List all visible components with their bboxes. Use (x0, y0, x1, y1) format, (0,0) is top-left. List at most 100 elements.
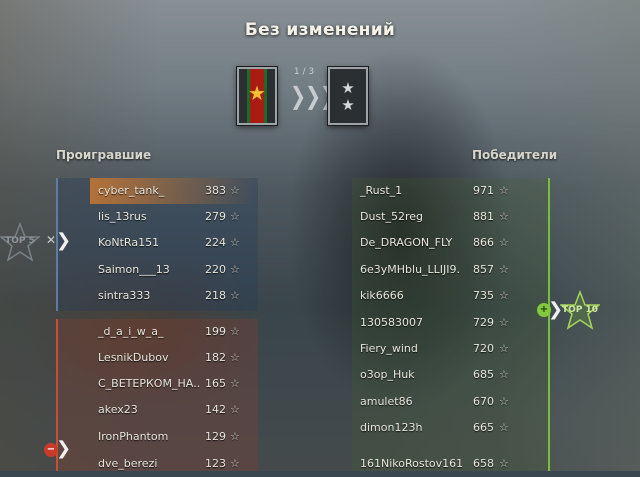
star-icon: ☆ (499, 210, 509, 223)
player-score: 866 (473, 236, 494, 249)
player-score: 182 (205, 351, 226, 364)
star-icon: ☆ (230, 457, 240, 470)
player-score: 685 (473, 368, 494, 381)
player-score: 142 (205, 403, 226, 416)
loser-row[interactable]: akex23 142 ☆ (90, 397, 256, 423)
loser-row[interactable]: lis_13rus 279 ☆ (90, 204, 256, 230)
winner-row[interactable]: 161NikoRostov161 658 ☆ (352, 451, 548, 477)
player-name: LesnikDubov (98, 351, 169, 364)
player-score: 279 (205, 210, 226, 223)
player-name: De_DRAGON_FLY (360, 236, 453, 249)
loser-row[interactable]: KoNtRa151 224 ☆ (90, 230, 256, 256)
player-score: 729 (473, 316, 494, 329)
star-icon: ☆ (230, 210, 240, 223)
winner-row[interactable]: Fiery_wind 720 ☆ (352, 336, 548, 362)
player-score: 218 (205, 289, 226, 302)
winner-row[interactable]: dimon123h 665 ☆ (352, 415, 548, 441)
player-name: С_ВЕТЕРКОМ_НА.. (98, 377, 201, 390)
star-icon: ☆ (230, 184, 240, 197)
player-score: 857 (473, 263, 494, 276)
star-icon: ☆ (499, 236, 509, 249)
winners-header: Победители (472, 148, 558, 162)
winner-row[interactable]: De_DRAGON_FLY 866 ☆ (352, 230, 548, 256)
player-name: Fiery_wind (360, 342, 418, 355)
player-score: 129 (205, 430, 226, 443)
top5-label: TOP 5 (5, 236, 35, 246)
player-name: dimon123h (360, 421, 423, 434)
player-score: 199 (205, 325, 226, 338)
star-icon: ☆ (499, 316, 509, 329)
player-name: cyber_tank_ (98, 184, 165, 197)
winner-row[interactable]: 6e3yMHblu_LLIJI9. 857 ☆ (352, 257, 548, 283)
player-score: 165 (205, 377, 226, 390)
player-name: sintra333 (98, 289, 151, 302)
winner-row[interactable]: 130583007 729 ☆ (352, 310, 548, 336)
loser-row[interactable]: sintra333 218 ☆ (90, 283, 256, 309)
chevron-right-icon: ❯ (56, 438, 72, 459)
player-name: o3op_Huk (360, 368, 415, 381)
loser-row[interactable]: LesnikDubov 182 ☆ (90, 345, 256, 371)
close-icon[interactable]: ✕ (46, 233, 56, 247)
player-name: kik6666 (360, 289, 404, 302)
star-icon: ☆ (230, 263, 240, 276)
player-name: 6e3yMHblu_LLIJI9. (360, 263, 461, 276)
loser-row[interactable]: IronPhantom 129 ☆ (90, 424, 256, 450)
player-name: Dust_52reg (360, 210, 424, 223)
star-icon: ☆ (230, 430, 240, 443)
star-icon: ☆ (499, 457, 509, 470)
player-score: 383 (205, 184, 226, 197)
player-name: KoNtRa151 (98, 236, 160, 249)
gold-star-icon: ★ (248, 81, 266, 105)
star-icon: ☆ (499, 395, 509, 408)
player-name: _d_a_i_w_a_ (98, 325, 164, 338)
player-score: 720 (473, 342, 494, 355)
player-score: 971 (473, 184, 494, 197)
player-name: dve_berezi (98, 457, 158, 470)
rank-up-arrows-icon: ❯❯❯ (290, 82, 336, 110)
player-score: 670 (473, 395, 494, 408)
top10-label: TOP 10 (561, 305, 599, 315)
star-icon: ☆ (230, 403, 240, 416)
player-score: 881 (473, 210, 494, 223)
player-name: 130583007 (360, 316, 423, 329)
loser-row[interactable]: С_ВЕТЕРКОМ_НА.. 165 ☆ (90, 371, 256, 397)
next-rank-insignia: ★ ★ (328, 67, 368, 125)
player-score: 123 (205, 457, 226, 470)
rank-progress: 1 / 3 (293, 67, 315, 77)
loser-row[interactable]: dve_berezi 123 ☆ (90, 451, 256, 477)
loser-row[interactable]: Saimon___13 220 ☆ (90, 257, 256, 283)
loser-row-player[interactable]: cyber_tank_ 383 ☆ (90, 178, 256, 204)
star-icon: ☆ (499, 289, 509, 302)
star-icon: ☆ (499, 184, 509, 197)
player-score: 220 (205, 263, 226, 276)
player-name: Saimon___13 (98, 263, 170, 276)
star-icon: ☆ (499, 342, 509, 355)
winner-row[interactable]: Dust_52reg 881 ☆ (352, 204, 548, 230)
star-icon: ☆ (230, 377, 240, 390)
winner-row[interactable]: kik6666 735 ☆ (352, 283, 548, 309)
player-name: amulet86 (360, 395, 413, 408)
result-title: Без изменений (244, 20, 396, 40)
player-name: _Rust_1 (360, 184, 403, 197)
winner-row[interactable]: o3op_Huk 685 ☆ (352, 362, 548, 388)
star-icon: ☆ (499, 421, 509, 434)
winner-row[interactable]: amulet86 670 ☆ (352, 389, 548, 415)
current-rank-insignia: ★ (237, 67, 277, 125)
player-name: lis_13rus (98, 210, 147, 223)
star-icon: ☆ (499, 368, 509, 381)
player-name: IronPhantom (98, 430, 169, 443)
star-icon: ☆ (230, 351, 240, 364)
star-icon: ☆ (230, 325, 240, 338)
silver-star-icon: ★ (341, 79, 355, 97)
winner-row[interactable]: _Rust_1 971 ☆ (352, 178, 548, 204)
star-icon: ☆ (499, 263, 509, 276)
player-score: 224 (205, 236, 226, 249)
silver-star-icon: ★ (341, 96, 355, 114)
chevron-right-icon: ❯ (56, 230, 72, 251)
loser-row[interactable]: _d_a_i_w_a_ 199 ☆ (90, 319, 256, 345)
player-name: akex23 (98, 403, 138, 416)
player-name: 161NikoRostov161 (360, 457, 464, 470)
top5-badge: TOP 5 (0, 222, 40, 262)
top10-badge: TOP 10 (560, 290, 600, 330)
player-score: 735 (473, 289, 494, 302)
